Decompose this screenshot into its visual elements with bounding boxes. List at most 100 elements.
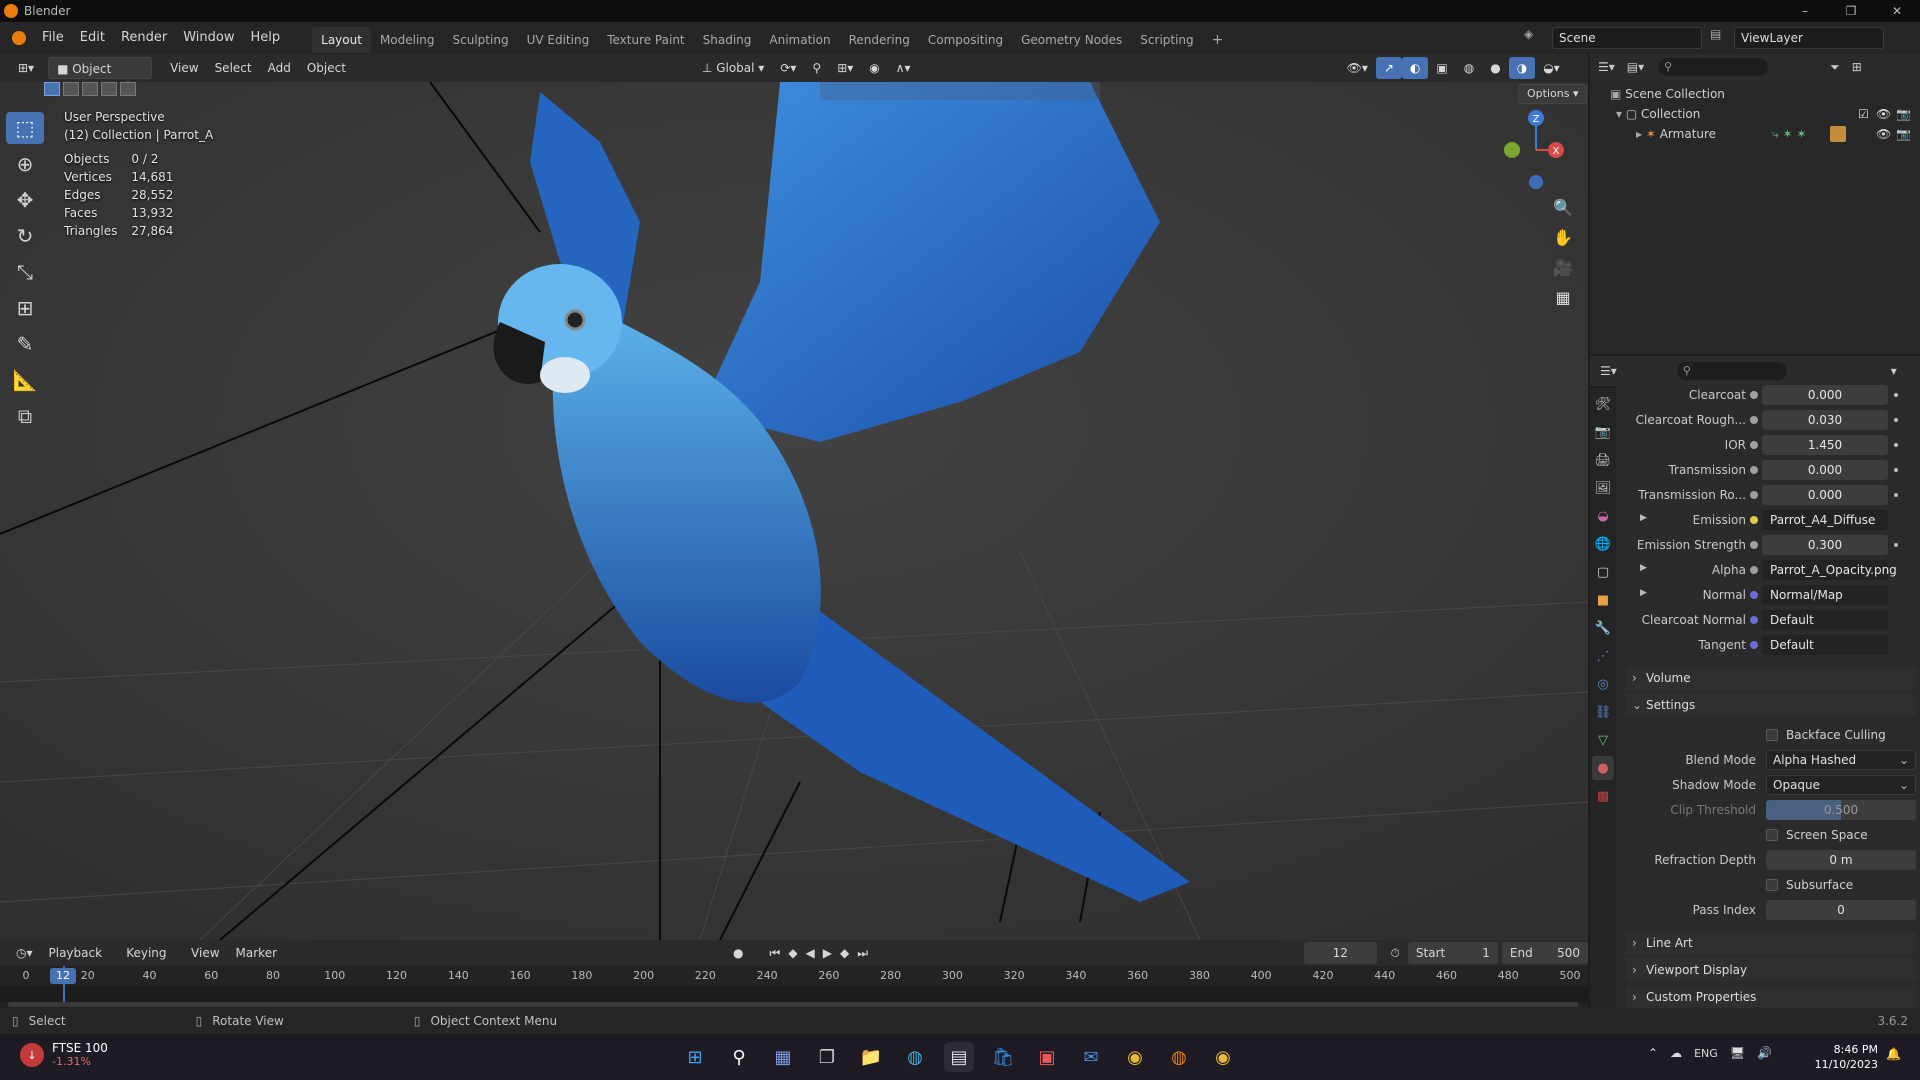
outliner-type-icon[interactable]: ☰▾ [1598, 60, 1615, 74]
tab-layout[interactable]: Layout [312, 26, 371, 53]
prop-value-field[interactable]: 0.300 [1762, 535, 1888, 555]
volume-icon[interactable]: 🔊 [1757, 1046, 1772, 1060]
xray-icon[interactable]: ▣ [1428, 57, 1455, 79]
chrome-icon[interactable]: ◉ [1120, 1042, 1150, 1072]
keyframe-dot-icon[interactable] [1894, 393, 1898, 397]
socket-icon[interactable] [1750, 541, 1758, 549]
maximize-button[interactable]: ❐ [1828, 0, 1874, 22]
edge-browser-icon[interactable]: ◍ [900, 1042, 930, 1072]
clip-threshold-field[interactable]: 0.500 [1766, 800, 1916, 820]
tab-sculpting[interactable]: Sculpting [444, 27, 518, 53]
office-icon[interactable]: ▣ [1032, 1042, 1062, 1072]
volume-section-header[interactable]: › Volume [1626, 667, 1916, 689]
transform-tool-icon[interactable]: ⊞ [6, 292, 44, 324]
prop-value-field[interactable]: 0.030 [1762, 410, 1888, 430]
tab-scripting[interactable]: Scripting [1131, 27, 1202, 53]
menu-marker[interactable]: Marker [228, 942, 285, 964]
properties-options-icon[interactable]: ▾ [1891, 364, 1897, 378]
visibility-icon[interactable]: 👁▾ [1339, 57, 1376, 79]
prop-value-field[interactable]: Parrot_A4_Diffuse [1762, 510, 1888, 530]
backface-culling-checkbox[interactable] [1766, 729, 1778, 741]
keyframe-dot-icon[interactable] [1894, 443, 1898, 447]
select-intersect-icon[interactable] [120, 82, 136, 96]
prop-value-field[interactable]: Default [1762, 635, 1888, 655]
properties-search-input[interactable]: ⚲ [1676, 362, 1787, 380]
jump-start-icon[interactable]: ⏮ [766, 942, 785, 964]
menu-help[interactable]: Help [243, 22, 289, 54]
settings-section-header[interactable]: ⌄ Settings [1626, 694, 1916, 716]
expand-armature-icon[interactable]: ▸ [1636, 127, 1646, 141]
camera-view-icon[interactable]: 🎥 [1548, 252, 1578, 282]
collection-render-icon[interactable]: 📷 [1896, 104, 1911, 124]
prev-keyframe-icon[interactable]: ◆ [784, 942, 801, 964]
gizmo-y-ball[interactable] [1504, 142, 1520, 158]
properties-type-icon[interactable]: ☰▾ [1600, 364, 1617, 378]
socket-icon[interactable] [1750, 391, 1758, 399]
socket-icon[interactable] [1750, 591, 1758, 599]
socket-icon[interactable] [1750, 641, 1758, 649]
cursor-tool-icon[interactable]: ⊕ [6, 148, 44, 180]
annotate-tool-icon[interactable]: ✎ [6, 328, 44, 360]
current-frame-field[interactable]: 12 [1304, 942, 1377, 964]
move-tool-icon[interactable]: ✥ [6, 184, 44, 216]
prop-value-field[interactable]: 0.000 [1762, 385, 1888, 405]
store-icon[interactable]: 🛍 [988, 1042, 1018, 1072]
prop-value-field[interactable]: 0.000 [1762, 485, 1888, 505]
collection-visibility-icon[interactable]: 👁 [1876, 104, 1891, 124]
outliner-row-collection[interactable]: ▾ ▢ Collection ☑ 👁 📷 [1590, 104, 1920, 124]
play-reverse-icon[interactable]: ◀ [802, 942, 819, 964]
select-subtract-icon[interactable] [82, 82, 98, 96]
tab-modeling[interactable]: Modeling [371, 27, 444, 53]
menu-select[interactable]: Select [207, 57, 260, 79]
display-mode-icon[interactable]: ▤▾ [1627, 60, 1644, 74]
file-explorer-icon[interactable]: 📁 [856, 1042, 886, 1072]
3d-viewport[interactable] [0, 82, 1588, 940]
overlay-toggle-icon[interactable]: ◐ [1401, 57, 1429, 79]
next-keyframe-icon[interactable]: ◆ [836, 942, 853, 964]
socket-icon[interactable] [1750, 466, 1758, 474]
line-art-section-header[interactable]: › Line Art [1626, 932, 1916, 954]
chrome-profile-icon[interactable]: ◉ [1208, 1042, 1238, 1072]
task-view-icon[interactable]: ❐ [812, 1042, 842, 1072]
tab-compositing[interactable]: Compositing [919, 27, 1012, 53]
keyframe-dot-icon[interactable] [1894, 468, 1898, 472]
notification-bell-icon[interactable]: 🔔 [1886, 1047, 1901, 1061]
scale-tool-icon[interactable]: ⤡ [6, 256, 44, 288]
prop-value-field[interactable]: Default [1762, 610, 1888, 630]
prop-value-field[interactable]: Normal/Map [1762, 585, 1888, 605]
clock[interactable]: 8:46 PM 11/10/2023 [1800, 1042, 1878, 1072]
tab-texture-paint[interactable]: Texture Paint [598, 27, 693, 53]
keyframe-dot-icon[interactable] [1894, 543, 1898, 547]
armature-render-icon[interactable]: 📷 [1896, 124, 1911, 144]
menu-object[interactable]: Object [299, 57, 354, 79]
material-shading-icon[interactable]: ◑ [1508, 57, 1536, 79]
stock-widget[interactable]: ↓ FTSE 100 -1.31% [20, 1041, 108, 1069]
windows-start-icon[interactable]: ⊞ [680, 1042, 710, 1072]
menu-edit[interactable]: Edit [72, 22, 113, 54]
outliner-row-armature[interactable]: ▸ ✶ Armature ⤷ ✶ ✶ 👁 📷 [1590, 124, 1920, 144]
menu-window[interactable]: Window [175, 22, 242, 54]
rendered-shading-icon[interactable]: ◒▾ [1535, 57, 1568, 79]
play-icon[interactable]: ▶ [819, 942, 836, 964]
measure-tool-icon[interactable]: 📐 [6, 364, 44, 396]
zoom-icon[interactable]: 🔍 [1548, 192, 1578, 222]
timeline-track[interactable]: 0 20 40 60 80 100 120 140 160 180 200 220 240 260 280 3… [0, 966, 1588, 1008]
record-icon[interactable]: ● [725, 942, 751, 964]
expand-collection-icon[interactable]: ▾ [1616, 107, 1626, 121]
outliner-search-input[interactable]: ⚲ [1658, 58, 1769, 76]
tray-chevron-icon[interactable]: ⌃ [1648, 1046, 1658, 1060]
language-indicator[interactable]: ENG [1694, 1047, 1718, 1060]
proportional-edit-icon[interactable]: ◉ [861, 57, 887, 79]
socket-icon[interactable] [1750, 491, 1758, 499]
constraints-tab-icon[interactable]: ⛓ [1592, 700, 1614, 724]
snap-icon[interactable]: ⚲ [804, 57, 829, 79]
clock-icon[interactable]: ⏱ [1383, 942, 1408, 964]
keyframe-dot-icon[interactable] [1894, 493, 1898, 497]
pan-hand-icon[interactable]: ✋ [1548, 222, 1578, 252]
add-cube-tool-icon[interactable]: ⧉ [6, 400, 44, 432]
refraction-depth-field[interactable]: 0 m [1766, 850, 1916, 870]
select-box-tool-icon[interactable]: ⬚ [6, 112, 44, 144]
socket-icon[interactable] [1750, 566, 1758, 574]
pivot-icon[interactable]: ⟳▾ [772, 57, 804, 79]
shadow-mode-select[interactable]: Opaque ⌄ [1766, 775, 1916, 795]
